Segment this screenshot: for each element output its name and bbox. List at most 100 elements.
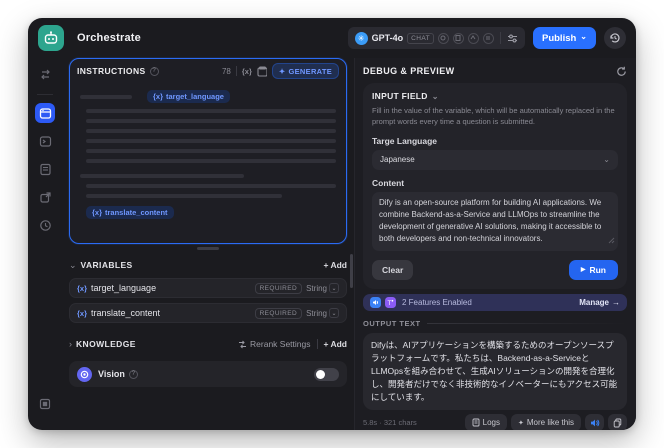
output-text-bubble: Difyは、AIアプリケーションを構築するためのオープンソースプラットフォームで…	[363, 332, 627, 411]
knowledge-title: KNOWLEDGE	[76, 339, 136, 349]
debug-title: DEBUG & PREVIEW	[363, 66, 455, 76]
manage-features-button[interactable]: Manage →	[579, 298, 620, 307]
divider	[499, 32, 501, 44]
run-label: Run	[589, 264, 606, 275]
restart-button[interactable]	[616, 66, 627, 77]
app-logo[interactable]	[38, 25, 64, 51]
input-field-description: Fill in the value of the variable, which…	[372, 106, 615, 127]
copy-output-button[interactable]	[608, 414, 627, 430]
resize-grip-icon[interactable]	[608, 236, 615, 248]
rail-api-tab[interactable]	[35, 131, 55, 151]
model-name: GPT-4o	[371, 33, 404, 43]
divider	[37, 94, 53, 95]
clock-icon	[39, 219, 51, 231]
insert-variable-icon[interactable]: {x}	[242, 67, 252, 76]
model-selector[interactable]: ✳ GPT-4o CHAT	[347, 27, 525, 49]
variable-chip-translate-content[interactable]: {x} translate_content	[86, 206, 174, 219]
redacted-text-bar	[86, 109, 336, 113]
redacted-text-bar	[86, 129, 336, 133]
text-to-speech-feature-icon	[370, 296, 381, 308]
type-label: String	[306, 283, 327, 293]
type-switch-icon: ⌄	[329, 283, 339, 293]
model-mode-badge: CHAT	[407, 32, 434, 44]
openai-icon: ✳	[354, 31, 368, 45]
page-title: Orchestrate	[77, 32, 141, 44]
variable-chip-target-language[interactable]: {x} target_language	[147, 90, 230, 103]
app-window: Orchestrate ✳ GPT-4o CHAT Publish ⌄ INST…	[28, 18, 636, 430]
prompt-editor[interactable]: {x} target_language {x} translate_conten…	[70, 83, 346, 232]
publish-button[interactable]: Publish ⌄	[532, 27, 596, 49]
clear-button[interactable]: Clear	[372, 259, 414, 280]
input-field-title: INPUT FIELD	[372, 91, 428, 101]
copy-prompt-icon[interactable]	[257, 65, 267, 77]
svg-text:T: T	[388, 300, 392, 305]
logs-button[interactable]: Logs	[464, 414, 507, 430]
target-language-select[interactable]: Japanese ⌄	[372, 149, 618, 170]
publish-label: Publish	[541, 32, 577, 44]
type-switch-icon: ⌄	[329, 308, 339, 318]
panel-resize-handle[interactable]	[197, 247, 219, 250]
help-icon: ?	[128, 369, 138, 379]
vision-toggle[interactable]	[314, 367, 339, 381]
refresh-icon	[617, 66, 626, 76]
top-bar: Orchestrate ✳ GPT-4o CHAT Publish ⌄	[28, 18, 636, 58]
version-history-button[interactable]	[604, 27, 626, 49]
variables-header[interactable]: ⌄ VARIABLES + Add	[69, 257, 347, 273]
more-like-this-button[interactable]: ✦ More like this	[511, 414, 581, 430]
capability-icon-4	[482, 32, 494, 44]
redacted-text-bar	[86, 159, 336, 163]
logs-label: Logs	[482, 418, 500, 428]
features-enabled-bar: T 2 Features Enabled Manage →	[363, 293, 627, 311]
instructions-panel[interactable]: INSTRUCTIONS ? 78 {x} ✦ GENERATE {x} tar…	[69, 58, 347, 244]
robot-icon	[44, 31, 58, 44]
sparkle-icon: ✦	[278, 66, 286, 76]
generation-stats: 5.8s · 321 chars	[363, 418, 417, 428]
variable-prefix: {x}	[153, 92, 164, 101]
content-label: Content	[372, 177, 405, 188]
more-like-this-label: More like this	[526, 418, 574, 428]
history-icon	[610, 33, 620, 43]
features-enabled-text: 2 Features Enabled	[402, 297, 472, 307]
rail-orchestrate-tab[interactable]	[35, 103, 55, 123]
variable-name: translate_content	[91, 308, 161, 318]
instructions-header: INSTRUCTIONS ? 78 {x} ✦ GENERATE	[70, 59, 346, 83]
left-icon-rail	[28, 58, 62, 430]
play-icon: ▶	[580, 267, 586, 273]
collapse-panel-button[interactable]	[35, 394, 55, 414]
scrollbar-thumb[interactable]	[350, 254, 353, 288]
variable-prefix: {x}	[92, 208, 103, 217]
rail-overview-tab[interactable]	[35, 187, 55, 207]
knowledge-header[interactable]: › KNOWLEDGE Rerank Settings + Add	[69, 336, 347, 352]
redacted-text-bar	[86, 184, 336, 188]
model-settings-icon[interactable]	[507, 33, 518, 44]
logs-icon	[472, 418, 480, 427]
content-textarea[interactable]: Dify is an open-source platform for buil…	[372, 191, 618, 251]
rail-monitoring-tab[interactable]	[35, 215, 55, 235]
required-badge: REQUIRED	[254, 307, 303, 319]
rerank-icon	[239, 340, 247, 348]
rail-logs-tab[interactable]	[35, 159, 55, 179]
run-row: Clear ▶ Run	[372, 259, 618, 280]
generate-button[interactable]: ✦ GENERATE	[271, 63, 339, 79]
redacted-text-bar	[86, 149, 336, 153]
rerank-settings-button[interactable]: Rerank Settings	[238, 339, 311, 349]
variable-chip-label: target_language	[166, 92, 224, 101]
variable-type[interactable]: String ⌄	[306, 308, 339, 318]
add-knowledge-button[interactable]: + Add	[324, 339, 348, 349]
vision-feature-card: Vision ?	[69, 361, 347, 387]
chevron-down-icon: ⌄	[603, 155, 610, 164]
variable-type[interactable]: String ⌄	[306, 283, 339, 293]
variable-row-translate-content[interactable]: {x} translate_content REQUIRED String ⌄	[69, 303, 347, 323]
rail-switch-app-button[interactable]	[35, 64, 55, 84]
divider	[235, 66, 237, 76]
output-text: Difyは、AIアプリケーションを構築するためのオープンソースプラットフォームで…	[371, 339, 618, 403]
debug-preview-panel: DEBUG & PREVIEW INPUT FIELD ⌄ Fill in th…	[354, 58, 636, 430]
variable-prefix: {x}	[77, 308, 88, 318]
generate-label: GENERATE	[288, 66, 332, 76]
input-field-header[interactable]: INPUT FIELD ⌄	[372, 91, 618, 101]
speak-button[interactable]	[585, 414, 604, 430]
variable-row-target-language[interactable]: {x} target_language REQUIRED String ⌄	[69, 278, 347, 298]
add-variable-button[interactable]: + Add	[324, 260, 348, 270]
add-label: Add	[330, 339, 347, 349]
run-button[interactable]: ▶ Run	[568, 259, 618, 280]
